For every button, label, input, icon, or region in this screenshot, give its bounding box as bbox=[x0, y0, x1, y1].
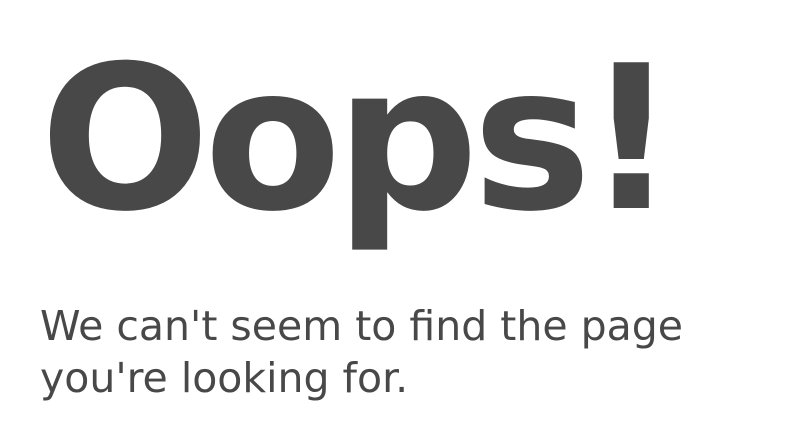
error-message: We can't seem to find the page you're lo… bbox=[40, 300, 780, 404]
error-headline: Oops! bbox=[40, 23, 677, 256]
error-message-line-2: you're looking for. bbox=[40, 354, 409, 402]
error-message-line-1: We can't seem to find the page bbox=[40, 302, 683, 350]
